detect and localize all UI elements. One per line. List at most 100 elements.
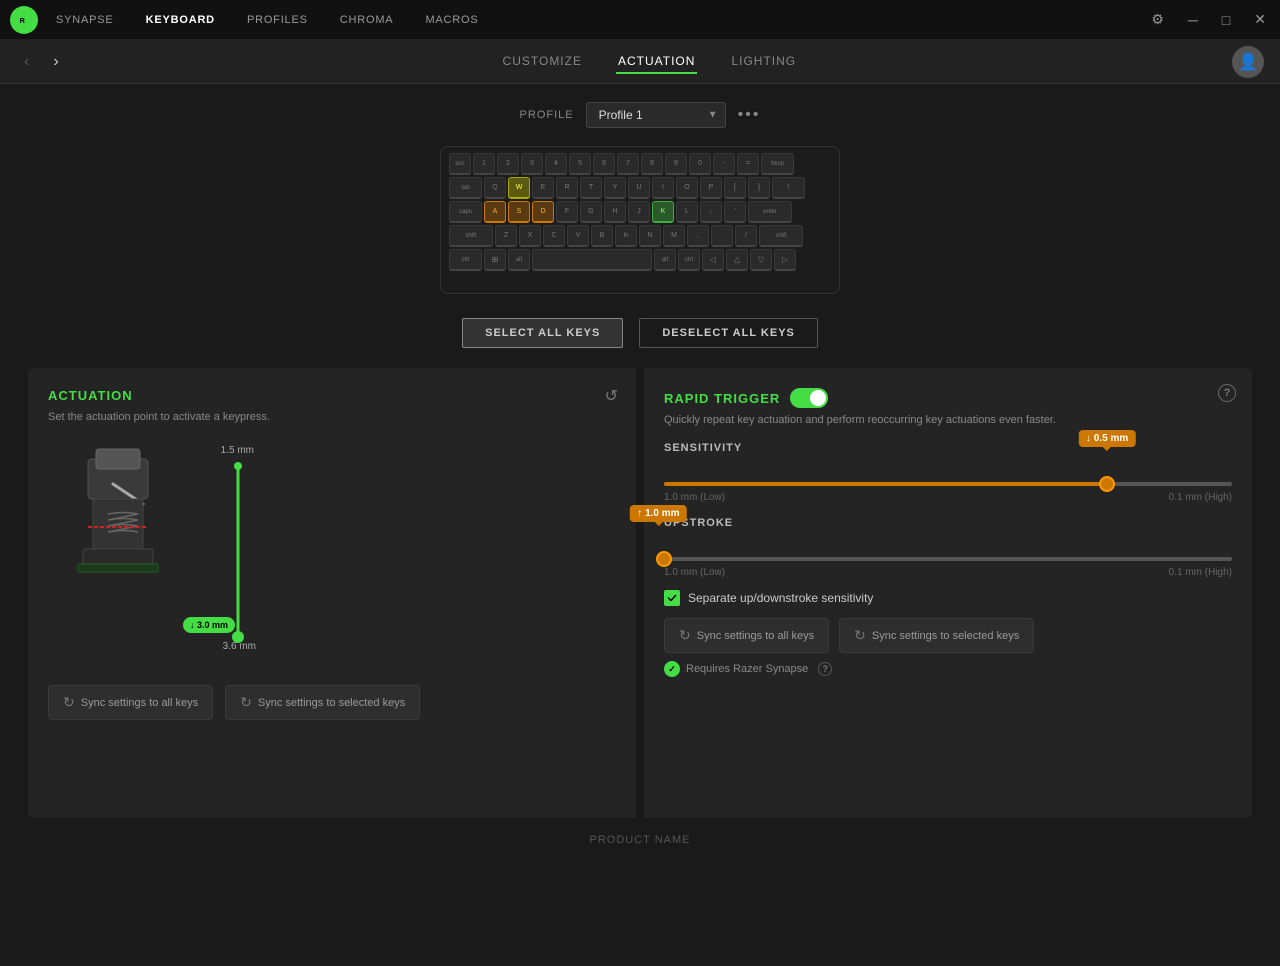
nav-chroma[interactable]: CHROMA (338, 10, 396, 30)
key-space[interactable] (532, 249, 652, 271)
rt-sync-all-button[interactable]: ↻ Sync settings to all keys (664, 618, 829, 653)
key-j[interactable]: J (628, 201, 650, 223)
nav-macros[interactable]: MACROS (423, 10, 480, 30)
key-rbracket[interactable]: ] (748, 177, 770, 199)
key-u[interactable]: U (628, 177, 650, 199)
key-1[interactable]: 1 (473, 153, 495, 175)
key-fn[interactable]: fn (615, 225, 637, 247)
key-p[interactable]: P (700, 177, 722, 199)
key-d[interactable]: D (532, 201, 554, 223)
key-w[interactable]: W (508, 177, 530, 199)
key-f[interactable]: F (556, 201, 578, 223)
key-semicolon[interactable]: ; (700, 201, 722, 223)
key-left[interactable]: ◁ (702, 249, 724, 271)
forward-arrow[interactable]: › (45, 49, 66, 75)
actuation-sync-all-button[interactable]: ↻ Sync settings to all keys (48, 685, 213, 720)
key-up[interactable]: △ (726, 249, 748, 271)
rt-sync-all-label: Sync settings to all keys (697, 630, 814, 642)
key-i[interactable]: I (652, 177, 674, 199)
key-rctrl[interactable]: ctrl (678, 249, 700, 271)
key-win[interactable]: ⊞ (484, 249, 506, 271)
rapid-trigger-help-button[interactable]: ? (1218, 384, 1236, 402)
nav-profiles[interactable]: PROFILES (245, 10, 310, 30)
key-rshift[interactable]: shift (759, 225, 803, 247)
key-2[interactable]: 2 (497, 153, 519, 175)
key-caps[interactable]: caps (449, 201, 482, 223)
key-3[interactable]: 3 (521, 153, 543, 175)
key-action-buttons: SELECT ALL KEYS DESELECT ALL KEYS (0, 310, 1280, 368)
key-7[interactable]: 7 (617, 153, 639, 175)
razer-synapse-help-icon[interactable]: ? (818, 662, 832, 676)
maximize-icon[interactable]: □ (1218, 8, 1234, 32)
key-e[interactable]: E (532, 177, 554, 199)
back-arrow[interactable]: ‹ (16, 49, 37, 75)
tab-customize[interactable]: CUSTOMIZE (501, 50, 584, 74)
key-x[interactable]: X (519, 225, 541, 247)
key-z[interactable]: Z (495, 225, 517, 247)
key-y[interactable]: Y (604, 177, 626, 199)
deselect-all-keys-button[interactable]: DESELECT ALL KEYS (639, 318, 818, 348)
key-enter[interactable]: enter (748, 201, 792, 223)
upstroke-thumb[interactable] (656, 551, 672, 567)
close-icon[interactable]: ✕ (1250, 7, 1270, 32)
key-minus[interactable]: - (713, 153, 735, 175)
rapid-trigger-toggle[interactable] (790, 388, 828, 408)
key-a[interactable]: A (484, 201, 506, 223)
nav-keyboard[interactable]: KEYBOARD (144, 10, 217, 30)
key-ctrl[interactable]: ctrl (449, 249, 482, 271)
key-g[interactable]: G (580, 201, 602, 223)
minimize-icon[interactable]: ─ (1184, 8, 1202, 32)
key-m[interactable]: M (663, 225, 685, 247)
key-q[interactable]: Q (484, 177, 506, 199)
upstroke-labels: 1.0 mm (Low) 0.1 mm (High) (664, 567, 1232, 578)
sensitivity-tooltip: ↓ 0.5 mm (1079, 430, 1135, 447)
nav-synapse[interactable]: SYNAPSE (54, 10, 116, 30)
key-ralt[interactable]: alt (654, 249, 676, 271)
key-t[interactable]: T (580, 177, 602, 199)
avatar[interactable]: 👤 (1232, 46, 1264, 78)
key-8[interactable]: 8 (641, 153, 663, 175)
key-slash[interactable]: / (735, 225, 757, 247)
key-lshift[interactable]: shift (449, 225, 493, 247)
key-quote[interactable]: ' (724, 201, 746, 223)
sensitivity-max-label: 0.1 mm (High) (1169, 492, 1232, 503)
key-comma[interactable]: , (687, 225, 709, 247)
actuation-reset-button[interactable]: ↺ (605, 386, 618, 406)
key-l[interactable]: L (676, 201, 698, 223)
settings-icon[interactable]: ⚙ (1147, 7, 1168, 32)
key-lbracket[interactable]: [ (724, 177, 746, 199)
key-period[interactable]: . (711, 225, 733, 247)
key-0[interactable]: 0 (689, 153, 711, 175)
key-right[interactable]: ▷ (774, 249, 796, 271)
select-all-keys-button[interactable]: SELECT ALL KEYS (462, 318, 623, 348)
key-r[interactable]: R (556, 177, 578, 199)
tab-actuation[interactable]: ACTUATION (616, 50, 697, 74)
key-s[interactable]: S (508, 201, 530, 223)
key-6[interactable]: 6 (593, 153, 615, 175)
key-down[interactable]: ▽ (750, 249, 772, 271)
sensitivity-min-label: 1.0 mm (Low) (664, 492, 725, 503)
key-9[interactable]: 9 (665, 153, 687, 175)
key-b[interactable]: B (591, 225, 613, 247)
key-k[interactable]: K (652, 201, 674, 223)
key-o[interactable]: O (676, 177, 698, 199)
key-h[interactable]: H (604, 201, 626, 223)
tab-lighting[interactable]: LIGHTING (729, 50, 798, 74)
key-5[interactable]: 5 (569, 153, 591, 175)
key-equals[interactable]: = (737, 153, 759, 175)
key-backslash[interactable]: \ (772, 177, 805, 199)
key-esc[interactable]: esc (449, 153, 471, 175)
profile-more-button[interactable]: ••• (738, 106, 761, 124)
key-v[interactable]: V (567, 225, 589, 247)
separate-sensitivity-checkbox[interactable] (664, 590, 680, 606)
actuation-sync-selected-button[interactable]: ↻ Sync settings to selected keys (225, 685, 420, 720)
profile-select[interactable]: Profile 1 Profile 2 Profile 3 (586, 102, 726, 128)
key-tab[interactable]: tab (449, 177, 482, 199)
key-backspace[interactable]: bksp (761, 153, 794, 175)
key-c[interactable]: C (543, 225, 565, 247)
rt-sync-selected-button[interactable]: ↻ Sync settings to selected keys (839, 618, 1034, 653)
key-alt[interactable]: alt (508, 249, 530, 271)
key-n[interactable]: N (639, 225, 661, 247)
sensitivity-thumb[interactable] (1099, 476, 1115, 492)
key-4[interactable]: 4 (545, 153, 567, 175)
